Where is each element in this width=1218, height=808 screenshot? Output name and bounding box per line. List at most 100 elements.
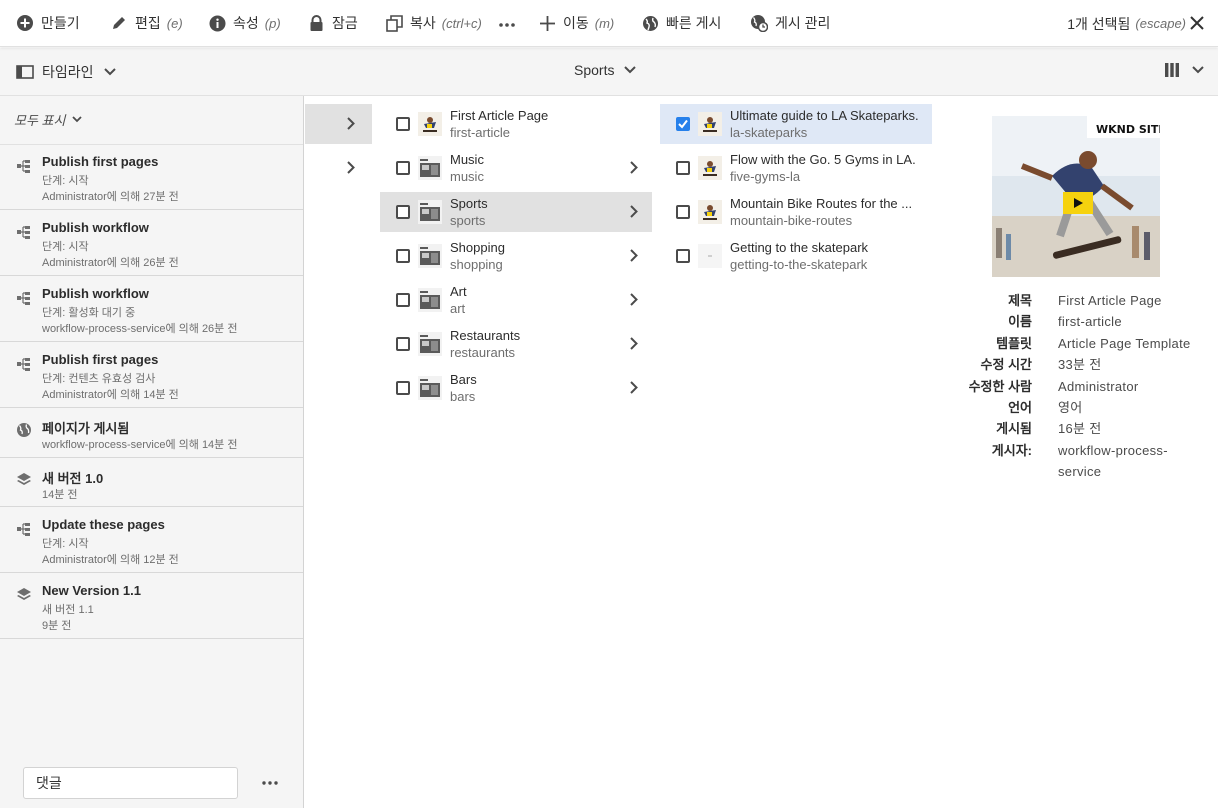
column-view-icon	[1165, 63, 1179, 77]
rail-icon	[16, 65, 34, 79]
copy-button[interactable]: 복사 (ctrl+c)	[385, 0, 482, 47]
chevron-right-icon	[630, 249, 638, 265]
page-row[interactable]: Restaurants restaurants	[380, 324, 652, 364]
page-row[interactable]: Flow with the Go. 5 Gyms in LA. five-gyms…	[660, 148, 932, 188]
row-checkbox[interactable]	[396, 205, 410, 219]
selection-count-label: 1개 선택됨	[1067, 15, 1131, 32]
breadcrumb[interactable]: Sports	[574, 62, 637, 78]
row-checkbox[interactable]	[676, 161, 690, 175]
timeline-item-detail: 14분 전	[42, 489, 78, 501]
timeline-item[interactable]: New Version 1.1 새 버전 1.1 9분 전	[0, 573, 303, 639]
row-checkbox[interactable]	[396, 381, 410, 395]
timeline-item-title: Update these pages	[42, 517, 165, 532]
page-title: Mountain Bike Routes for the ...	[730, 196, 913, 211]
metadata-key: 템플릿	[996, 335, 1032, 351]
globe-icon	[641, 14, 659, 32]
timeline-item[interactable]: 페이지가 게시됨 workflow-process-service에 의해 14분…	[0, 408, 303, 458]
page-row[interactable]: First Article Page first-article	[380, 104, 652, 144]
row-checkbox[interactable]	[396, 249, 410, 263]
edit-button[interactable]: 편집 (e)	[110, 0, 183, 47]
page-row[interactable]: Art art	[380, 280, 652, 320]
timeline-filter[interactable]: 모두 표시	[14, 110, 83, 129]
manage-publication-button[interactable]: 게시 관리	[750, 0, 830, 47]
row-checkbox[interactable]	[396, 293, 410, 307]
timeline-item-detail: 새 버전 1.1	[42, 604, 94, 616]
workflow-icon	[16, 158, 32, 174]
row-checkbox[interactable]	[396, 117, 410, 131]
timeline-item[interactable]: 새 버전 1.0 14분 전	[0, 458, 303, 507]
page-thumbnail-icon	[698, 112, 722, 136]
page-name: restaurants	[450, 345, 516, 360]
breadcrumb-label: Sports	[574, 62, 615, 78]
chevron-down-icon	[1192, 66, 1204, 74]
metadata-value: 영어	[1058, 400, 1083, 416]
lock-icon	[307, 14, 325, 32]
timeline-item[interactable]: Update these pages 단계: 시작 Administrator에 의…	[0, 507, 303, 573]
parent-column-row[interactable]	[305, 148, 372, 188]
timeline-item-detail: 단계: 시작	[42, 538, 89, 550]
timeline-item[interactable]: Publish workflow 단계: 활성화 대기 중 workflow-pro…	[0, 276, 303, 342]
create-button[interactable]: 만들기	[16, 0, 80, 47]
timeline-item[interactable]: Publish first pages 단계: 컨텐츠 유효성 검사 Adminis…	[0, 342, 303, 408]
move-button[interactable]: 이동 (m)	[538, 0, 614, 47]
timeline-item-detail: Administrator에 의해 14분 전	[42, 389, 179, 401]
page-title: Bars	[450, 372, 477, 387]
quick-publish-button[interactable]: 빠른 게시	[641, 0, 721, 47]
page-title: Ultimate guide to LA Skateparks.	[730, 108, 919, 123]
page-thumbnail-icon	[418, 288, 442, 312]
metadata-row: 제목 First Article Page	[962, 290, 1202, 311]
row-checkbox[interactable]	[396, 161, 410, 175]
metadata-key: 이름	[1008, 314, 1032, 330]
page-name: first-article	[450, 125, 510, 140]
page-row[interactable]: Bars bars	[380, 368, 652, 408]
layers-icon	[16, 587, 32, 603]
page-name: mountain-bike-routes	[730, 213, 853, 228]
metadata-row: 수정한 사람 Administrator	[962, 376, 1202, 397]
copy-icon	[385, 14, 403, 32]
lock-label: 잠금	[332, 15, 358, 31]
globe-icon	[16, 422, 32, 438]
page-name: sports	[450, 213, 486, 228]
metadata-value: Article Page Template	[1058, 335, 1191, 351]
page-name: la-skateparks	[730, 125, 808, 140]
timeline-item[interactable]: Publish workflow 단계: 시작 Administrator에 의해 …	[0, 210, 303, 276]
timeline-item[interactable]: Publish first pages 단계: 시작 Administrator에 …	[0, 144, 303, 210]
lock-button[interactable]: 잠금	[307, 0, 358, 47]
timeline-item-title: Publish workflow	[42, 286, 149, 301]
metadata-key: 언어	[1008, 400, 1032, 416]
page-name: getting-to-the-skatepark	[730, 257, 868, 272]
page-row[interactable]: Sports sports	[380, 192, 652, 232]
row-checkbox[interactable]	[676, 249, 690, 263]
timeline-item-detail: workflow-process-service에 의해 26분 전	[42, 323, 238, 335]
sub-header: 타임라인 Sports	[0, 48, 1218, 96]
timeline-item-title: Publish workflow	[42, 220, 149, 235]
chevron-right-icon	[630, 161, 638, 177]
chevron-right-icon	[347, 161, 355, 174]
row-checkbox[interactable]	[396, 337, 410, 351]
rail-toggle[interactable]: 타임라인	[16, 62, 124, 82]
page-thumbnail-icon	[418, 112, 442, 136]
page-row[interactable]: Getting to the skatepark getting-to-the-s…	[660, 236, 932, 276]
page-thumbnail-icon	[418, 332, 442, 356]
page-row[interactable]: Shopping shopping	[380, 236, 652, 276]
row-checkbox[interactable]	[676, 117, 690, 131]
parent-column-row[interactable]	[305, 104, 372, 144]
properties-button[interactable]: 속성 (p)	[208, 0, 281, 47]
timeline-item-detail: Administrator에 의해 26분 전	[42, 257, 179, 269]
more-icon	[498, 15, 516, 31]
page-row[interactable]: Music music	[380, 148, 652, 188]
metadata-key: 제목	[1008, 293, 1032, 308]
metadata-key: 수정한 사람	[968, 378, 1032, 394]
view-switcher[interactable]	[1164, 62, 1204, 78]
comment-more-button[interactable]	[260, 774, 280, 792]
comment-input[interactable]: 댓글	[23, 767, 238, 799]
close-selection-button[interactable]	[1188, 14, 1206, 32]
row-checkbox[interactable]	[676, 205, 690, 219]
timeline-item-title: 새 버전 1.0	[42, 471, 104, 486]
close-icon	[1188, 16, 1206, 35]
quick-publish-label: 빠른 게시	[666, 15, 722, 31]
page-row[interactable]: Mountain Bike Routes for the ... mountain…	[660, 192, 932, 232]
more-actions-button[interactable]	[498, 0, 516, 47]
edit-label: 편집	[135, 15, 161, 31]
page-row[interactable]: Ultimate guide to LA Skateparks. la-skate…	[660, 104, 932, 144]
